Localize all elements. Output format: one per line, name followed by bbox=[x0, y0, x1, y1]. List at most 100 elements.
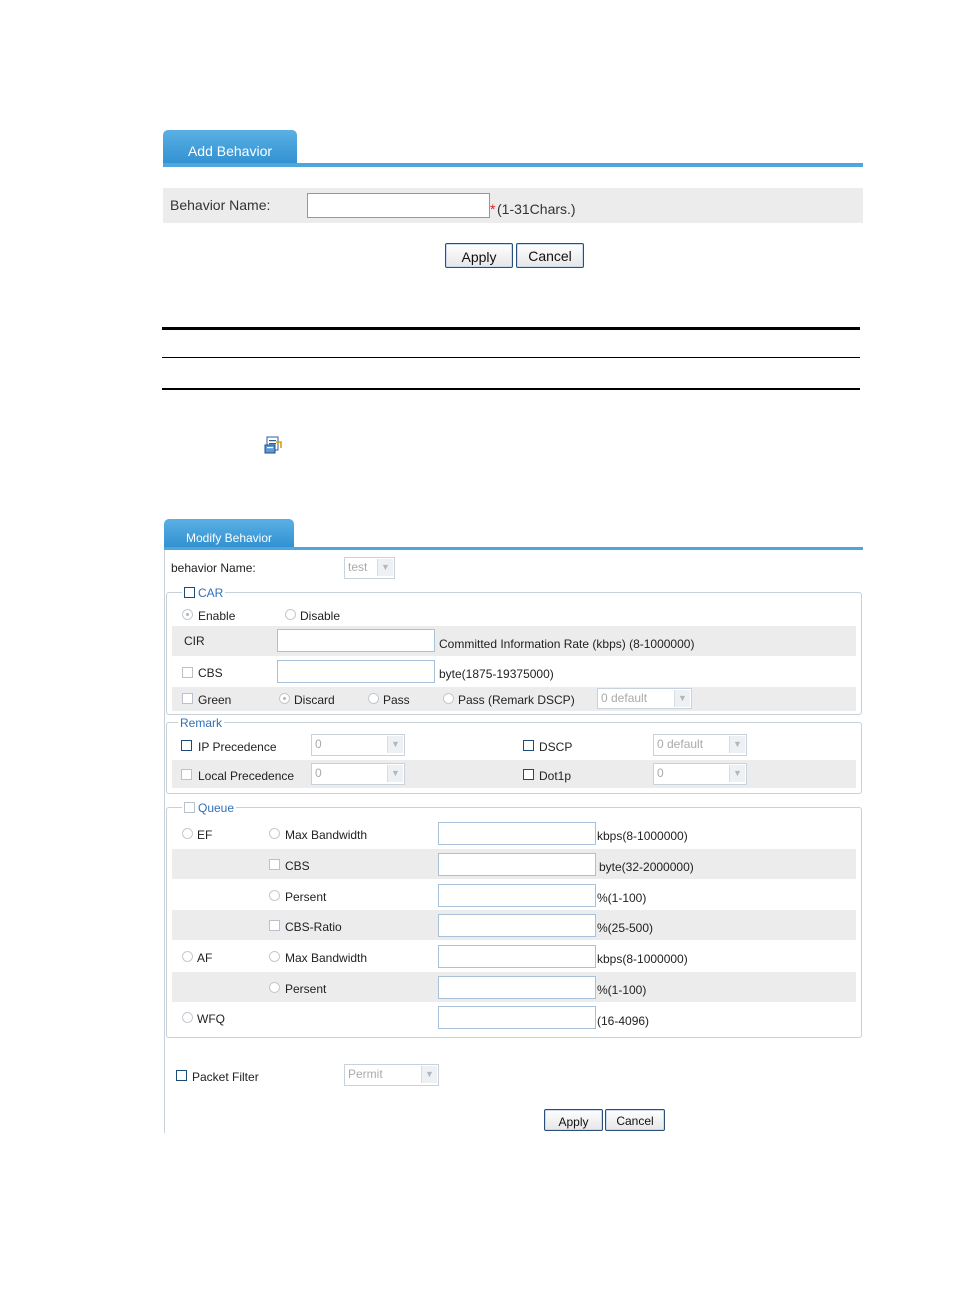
chevron-down-icon: ▼ bbox=[729, 765, 745, 782]
cir-input[interactable] bbox=[277, 629, 435, 652]
car-enable-radio[interactable] bbox=[182, 609, 193, 620]
queue-checkbox[interactable] bbox=[184, 802, 195, 813]
packet-filter-label: Packet Filter bbox=[192, 1070, 259, 1084]
local-precedence-label: Local Precedence bbox=[198, 769, 295, 783]
cbs-checkbox[interactable] bbox=[182, 667, 193, 678]
ef-max-bandwidth-radio[interactable] bbox=[269, 828, 280, 839]
ef-cbs-ratio-checkbox[interactable] bbox=[269, 920, 280, 931]
tab-modify-behavior[interactable]: Modify Behavior bbox=[164, 519, 294, 549]
wfq-radio[interactable] bbox=[182, 1012, 193, 1023]
pass-remark-label: Pass (Remark DSCP) bbox=[458, 693, 575, 707]
dscp-select[interactable]: 0 default ▼ bbox=[653, 734, 747, 756]
ef-persent-radio[interactable] bbox=[269, 890, 280, 901]
behavior-name-label: Behavior Name: bbox=[170, 197, 271, 213]
af-label: AF bbox=[197, 951, 213, 965]
ef-persent-input[interactable] bbox=[438, 884, 596, 907]
chevron-down-icon: ▼ bbox=[377, 559, 393, 576]
af-max-bandwidth-input[interactable] bbox=[438, 945, 596, 968]
car-disable-radio[interactable] bbox=[285, 609, 296, 620]
ef-persent-hint: %(1-100) bbox=[597, 891, 647, 905]
wfq-hint: (16-4096) bbox=[597, 1014, 650, 1028]
local-precedence-select[interactable]: 0 ▼ bbox=[311, 763, 405, 785]
ef-cbs-label: CBS bbox=[285, 859, 310, 873]
af-radio[interactable] bbox=[182, 951, 193, 962]
green-checkbox[interactable] bbox=[182, 693, 193, 704]
af-persent-label: Persent bbox=[285, 982, 327, 996]
ip-precedence-select[interactable]: 0 ▼ bbox=[311, 734, 405, 756]
modify-apply-button[interactable]: Apply bbox=[544, 1109, 603, 1131]
queue-legend: Queue bbox=[182, 801, 237, 815]
pass-radio[interactable] bbox=[368, 693, 379, 704]
ip-precedence-select-value: 0 bbox=[315, 737, 322, 751]
dscp-label: DSCP bbox=[539, 740, 573, 754]
behavior-name-hint: (1-31Chars.) bbox=[497, 201, 576, 217]
car-dscp-select[interactable]: 0 default ▼ bbox=[597, 688, 692, 709]
dot1p-checkbox[interactable] bbox=[523, 769, 534, 780]
packet-filter-checkbox[interactable] bbox=[176, 1070, 187, 1081]
af-max-bandwidth-radio[interactable] bbox=[269, 951, 280, 962]
af-persent-radio[interactable] bbox=[269, 982, 280, 993]
discard-radio[interactable] bbox=[279, 693, 290, 704]
car-enable-label: Enable bbox=[198, 609, 236, 623]
ef-cbs-checkbox[interactable] bbox=[269, 859, 280, 870]
remark-legend: Remark bbox=[178, 716, 225, 730]
ef-max-bandwidth-hint: kbps(8-1000000) bbox=[597, 829, 688, 843]
car-dscp-select-value: 0 default bbox=[601, 691, 648, 705]
ef-max-bandwidth-label: Max Bandwidth bbox=[285, 828, 368, 842]
af-persent-hint: %(1-100) bbox=[597, 983, 647, 997]
tab-underline-modify bbox=[164, 547, 863, 550]
tab-underline bbox=[163, 163, 863, 167]
cir-hint: Committed Information Rate (kbps) (8-100… bbox=[439, 637, 695, 651]
chevron-down-icon: ▼ bbox=[387, 736, 403, 753]
dscp-select-value: 0 default bbox=[657, 737, 704, 751]
wfq-label: WFQ bbox=[197, 1012, 225, 1026]
local-precedence-checkbox[interactable] bbox=[181, 769, 192, 780]
cancel-button[interactable]: Cancel bbox=[516, 243, 584, 268]
dot1p-label: Dot1p bbox=[539, 769, 572, 783]
car-legend-label: CAR bbox=[198, 586, 224, 600]
modify-icon[interactable] bbox=[264, 436, 282, 454]
ip-precedence-label: IP Precedence bbox=[198, 740, 277, 754]
chevron-down-icon: ▼ bbox=[674, 690, 690, 707]
ef-cbs-ratio-label: CBS-Ratio bbox=[285, 920, 342, 934]
chevron-down-icon: ▼ bbox=[387, 765, 403, 782]
car-checkbox[interactable] bbox=[184, 587, 195, 598]
apply-button[interactable]: Apply bbox=[445, 243, 513, 268]
local-precedence-select-value: 0 bbox=[315, 766, 322, 780]
ef-radio[interactable] bbox=[182, 828, 193, 839]
packet-filter-select[interactable]: Permit ▼ bbox=[344, 1064, 439, 1086]
af-max-bandwidth-hint: kbps(8-1000000) bbox=[597, 952, 688, 966]
table-mid-rule bbox=[162, 357, 860, 358]
ef-cbs-hint: byte(32-2000000) bbox=[599, 860, 694, 874]
car-disable-label: Disable bbox=[300, 609, 341, 623]
table-top-rule bbox=[162, 327, 860, 330]
pass-remark-radio[interactable] bbox=[443, 693, 454, 704]
wfq-input[interactable] bbox=[438, 1006, 596, 1029]
modify-cancel-button[interactable]: Cancel bbox=[605, 1109, 665, 1131]
af-persent-input[interactable] bbox=[438, 976, 596, 999]
ef-cbs-ratio-hint: %(25-500) bbox=[597, 921, 654, 935]
table-bottom-rule bbox=[162, 388, 860, 390]
ef-cbs-ratio-input[interactable] bbox=[438, 914, 596, 937]
af-max-bandwidth-label: Max Bandwidth bbox=[285, 951, 368, 965]
behavior-name-select-value: test bbox=[348, 560, 368, 574]
ef-label: EF bbox=[197, 828, 213, 842]
ip-precedence-checkbox[interactable] bbox=[181, 740, 192, 751]
ef-max-bandwidth-input[interactable] bbox=[438, 822, 596, 845]
pass-label: Pass bbox=[383, 693, 410, 707]
dscp-checkbox[interactable] bbox=[523, 740, 534, 751]
cbs-hint: byte(1875-19375000) bbox=[439, 667, 554, 681]
car-legend: CAR bbox=[182, 586, 226, 600]
ef-persent-label: Persent bbox=[285, 890, 327, 904]
ef-cbs-input[interactable] bbox=[438, 853, 596, 876]
chevron-down-icon: ▼ bbox=[729, 736, 745, 753]
green-label: Green bbox=[198, 693, 232, 707]
dot1p-select-value: 0 bbox=[657, 766, 664, 780]
behavior-name-select[interactable]: test ▼ bbox=[344, 557, 395, 579]
behavior-name-input[interactable] bbox=[307, 193, 490, 218]
tab-add-behavior[interactable]: Add Behavior bbox=[163, 130, 297, 166]
behavior-name-label-modify: behavior Name: bbox=[171, 561, 256, 575]
cbs-input[interactable] bbox=[277, 660, 435, 683]
dot1p-select[interactable]: 0 ▼ bbox=[653, 763, 747, 785]
chevron-down-icon: ▼ bbox=[421, 1066, 437, 1083]
